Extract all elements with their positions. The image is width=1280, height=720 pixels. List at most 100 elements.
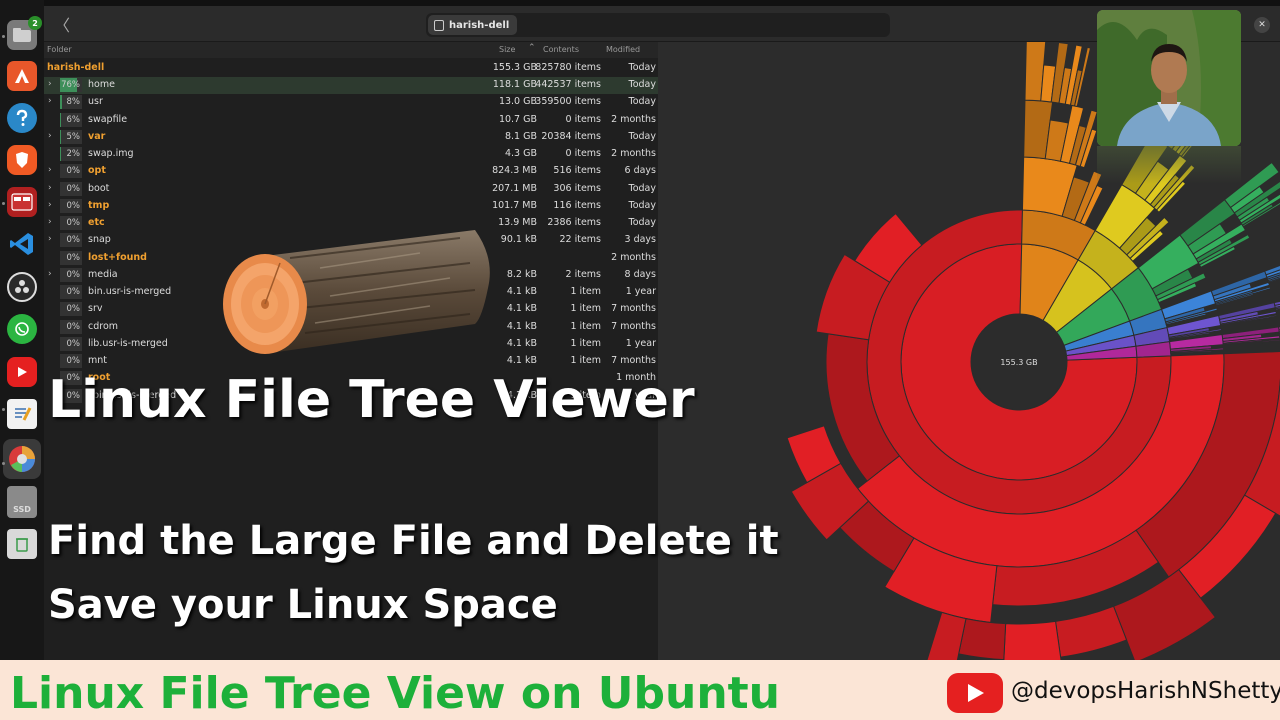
usage-percent: 5%	[60, 129, 82, 144]
obs-studio-icon[interactable]	[7, 272, 37, 302]
path-bar: harish-dell	[426, 13, 890, 37]
expand-chevron-icon[interactable]: ›	[48, 79, 52, 89]
folder-name: opt	[88, 165, 106, 177]
usage-percent: 8%	[60, 95, 82, 110]
column-folder[interactable]: Folder	[47, 45, 72, 54]
usage-percent-label: 0%	[66, 252, 81, 263]
folder-modified: 2 months	[611, 251, 656, 263]
sort-ascending-icon[interactable]: ⌃	[528, 43, 536, 53]
ring-segment[interactable]	[1273, 289, 1280, 307]
folder-modified: 3 days	[624, 234, 657, 246]
root-row[interactable]: harish-dell 155.3 GB 825780 items Today	[44, 60, 658, 77]
folder-row[interactable]: › 5% var 8.1 GB 20384 items Today	[44, 129, 658, 146]
expand-chevron-icon[interactable]: ›	[48, 131, 52, 141]
folder-row[interactable]: › 0% opt 824.3 MB 516 items 6 days	[44, 163, 658, 180]
usage-percent: 0%	[60, 233, 82, 248]
folder-size: 13.9 MB	[498, 217, 537, 228]
usage-percent-label: 76%	[61, 80, 80, 90]
folder-items: 1 item	[570, 303, 601, 315]
ssd-drive-icon[interactable]: SSD	[7, 486, 37, 518]
folder-modified: 6 days	[624, 165, 657, 177]
close-button[interactable]: ✕	[1254, 17, 1270, 33]
files-icon[interactable]: 2	[7, 16, 42, 50]
trash-icon[interactable]	[7, 529, 37, 559]
folder-modified: 2 months	[611, 148, 656, 159]
root-size: 155.3 GB	[492, 62, 537, 73]
folder-row[interactable]: 6% swapfile 10.7 GB 0 items 2 months	[44, 112, 658, 129]
ssd-label: SSD	[13, 504, 31, 514]
vscode-icon[interactable]	[7, 229, 37, 259]
text-editor-icon[interactable]	[7, 399, 37, 429]
expand-chevron-icon[interactable]: ›	[48, 165, 52, 175]
folder-name: swapfile	[88, 113, 128, 125]
folder-name: mnt	[88, 355, 107, 366]
folder-name: tmp	[88, 199, 110, 211]
ring-segment[interactable]	[1003, 620, 1064, 660]
folder-name: lost+found	[88, 251, 147, 263]
usage-percent-label: 8%	[66, 97, 81, 108]
expand-chevron-icon[interactable]: ›	[48, 200, 52, 210]
back-button[interactable]: 〈	[50, 12, 74, 36]
presenter-webcam	[1097, 10, 1241, 146]
breadcrumb-location[interactable]: harish-dell	[428, 15, 518, 35]
usage-percent: 0%	[60, 302, 82, 317]
notification-badge: 2	[28, 16, 42, 30]
usage-percent: 0%	[60, 267, 82, 282]
banner-title: Linux File Tree View on Ubuntu	[10, 668, 780, 719]
column-contents[interactable]: Contents	[543, 45, 579, 54]
folder-row[interactable]: 2% swap.img 4.3 GB 0 items 2 months	[44, 146, 658, 163]
terminal-icon[interactable]	[7, 187, 37, 217]
wood-log-illustration	[223, 230, 490, 354]
channel-handle: @devopsHarishNShetty	[1011, 678, 1280, 704]
root-items: 825780 items	[535, 62, 601, 73]
help-icon[interactable]	[7, 103, 37, 133]
column-size[interactable]: Size	[499, 45, 515, 54]
disk-usage-analyzer-icon[interactable]	[7, 444, 37, 474]
whatsapp-icon[interactable]	[7, 314, 37, 344]
folder-size: 4.3 GB	[504, 148, 537, 159]
usage-percent: 0%	[60, 336, 82, 351]
running-indicator	[2, 202, 5, 205]
folder-size: 13.0 GB	[498, 96, 537, 108]
usage-percent-label: 0%	[66, 166, 81, 177]
folder-name: usr	[88, 96, 103, 108]
folder-row[interactable]: › 0% boot 207.1 MB 306 items Today	[44, 181, 658, 198]
expand-chevron-icon[interactable]: ›	[48, 269, 52, 279]
ring-segment[interactable]	[958, 617, 1007, 660]
expand-chevron-icon[interactable]: ›	[48, 96, 52, 106]
folder-name: media	[88, 268, 118, 280]
usage-percent-label: 0%	[66, 200, 81, 211]
brave-browser-icon[interactable]	[7, 145, 37, 175]
expand-chevron-icon[interactable]: ›	[48, 217, 52, 227]
folder-items: 116 items	[553, 199, 601, 211]
folder-row[interactable]: › 8% usr 13.0 GB 359500 items Today	[44, 94, 658, 111]
header-bar: 〈 harish-dell ✕	[44, 6, 1280, 42]
folder-items: 306 items	[553, 182, 601, 194]
folder-name: var	[88, 130, 106, 142]
folder-items: 1 item	[570, 320, 601, 332]
usage-percent-label: 0%	[66, 356, 81, 366]
app-center-icon[interactable]	[7, 61, 37, 91]
folder-name: srv	[88, 303, 103, 315]
folder-row[interactable]: › 0% tmp 101.7 MB 116 items Today	[44, 198, 658, 215]
folder-size: 8.1 GB	[504, 130, 537, 142]
folder-size: 824.3 MB	[492, 165, 537, 177]
webcam-reflection	[1097, 146, 1241, 184]
folder-row[interactable]: › 76% home 118.1 GB 442537 items Today	[44, 77, 658, 94]
folder-items: 20384 items	[541, 130, 601, 142]
root-name: harish-dell	[47, 62, 105, 73]
breadcrumb-label: harish-dell	[449, 19, 510, 31]
expand-chevron-icon[interactable]: ›	[48, 183, 52, 193]
ring-segment[interactable]	[1055, 605, 1128, 658]
folder-size: 4.1 kB	[506, 286, 537, 297]
subtitle-line-1: Find the Large File and Delete it	[48, 518, 779, 564]
folder-modified: Today	[628, 79, 656, 90]
folder-modified: Today	[628, 130, 656, 142]
folder-modified: 8 days	[624, 268, 657, 280]
expand-chevron-icon[interactable]: ›	[48, 234, 52, 244]
folder-size: 90.1 kB	[500, 234, 537, 246]
column-modified[interactable]: Modified	[606, 45, 640, 54]
ring-center-label: 155.3 GB	[1000, 358, 1037, 367]
youtube-icon[interactable]	[7, 357, 37, 387]
usage-percent: 0%	[60, 285, 82, 299]
